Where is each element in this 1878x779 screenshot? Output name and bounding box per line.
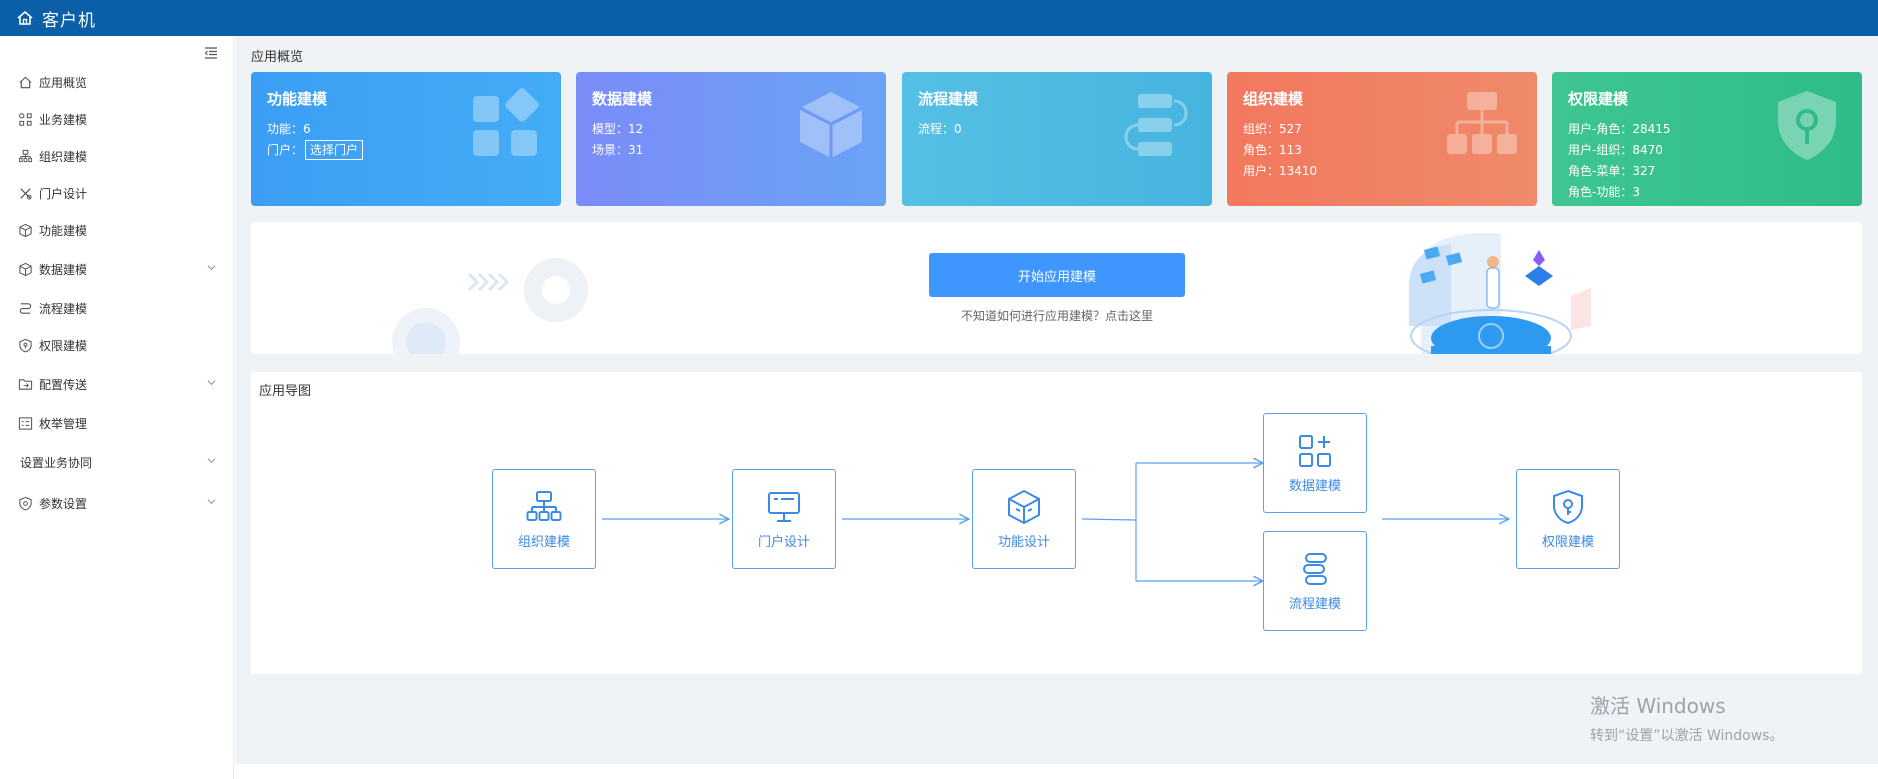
- chevron-down-icon: [207, 265, 216, 271]
- sidebar-nav: 应用概览 业务建模 组织建模 门户设计 功能建模 数据建模 流程建模 权限建模 …: [0, 64, 234, 524]
- tools-icon: [20, 188, 32, 200]
- sidebar-item-overview[interactable]: 应用概览: [0, 64, 234, 101]
- modeling-illustration: [1409, 232, 1591, 354]
- card-row: 用户：13410: [1243, 164, 1318, 178]
- app-header: 客户机: [0, 0, 1878, 36]
- start-modeling-button[interactable]: 开始应用建模: [929, 253, 1185, 297]
- folder-transfer-icon: [18, 379, 33, 390]
- flow-icon: [1303, 552, 1327, 585]
- main-content: 应用概览 功能建模 功能：6 门户：选择门户 数据建模 模型：12 场景：31: [235, 36, 1878, 764]
- map-node-flow[interactable]: 流程建模: [1263, 531, 1367, 631]
- portal-label: 门户：: [267, 143, 304, 157]
- map-node-permission[interactable]: 权限建模: [1516, 469, 1620, 569]
- org-chart-icon: [526, 490, 562, 521]
- card-flow-model[interactable]: 流程建模 流程：0: [902, 72, 1212, 206]
- data-cube-icon: [19, 262, 32, 277]
- app-map: 应用导图 组织建模 门户设计 功能设计 数据建模 流程建模 权限建模: [251, 372, 1862, 674]
- chevron-down-icon: [207, 499, 216, 505]
- sidebar-item-label: 枚举管理: [39, 417, 88, 431]
- chevron-down-icon: [207, 458, 216, 464]
- shield-key-icon: [1553, 489, 1583, 524]
- sidebar-item-label: 配置传送: [39, 378, 88, 392]
- map-node-data[interactable]: 数据建模: [1263, 413, 1367, 513]
- cube-icon: [799, 92, 863, 158]
- cube-icon: [1008, 489, 1040, 524]
- sidebar-item-portal[interactable]: 门户设计: [0, 175, 234, 212]
- gears-illustration: [392, 258, 588, 354]
- help-link[interactable]: 不知道如何进行应用建模？点击这里: [929, 307, 1185, 324]
- sidebar-item-enum[interactable]: 枚举管理: [0, 405, 234, 442]
- flow-icon: [19, 303, 32, 314]
- watermark-title: 激活 Windows: [1590, 694, 1726, 718]
- map-node-org[interactable]: 组织建模: [492, 469, 596, 569]
- shield-icon: [19, 338, 32, 353]
- start-banner: 开始应用建模 不知道如何进行应用建模？点击这里: [251, 222, 1862, 354]
- windows-activation-watermark: 激活 Windows 转到“设置”以激活 Windows。: [1590, 690, 1783, 745]
- watermark-subtitle: 转到“设置”以激活 Windows。: [1590, 728, 1784, 744]
- node-label: 权限建模: [1541, 534, 1594, 550]
- sidebar-item-business-collab[interactable]: 设置业务协同: [0, 442, 234, 483]
- sidebar-item-function[interactable]: 功能建模: [0, 212, 234, 249]
- monitor-icon: [768, 491, 800, 522]
- card-row: 角色-功能：3: [1568, 185, 1640, 199]
- sidebar-item-label: 应用概览: [39, 76, 88, 90]
- sidebar-item-label: 组织建模: [39, 150, 88, 164]
- select-portal-button[interactable]: 选择门户: [305, 140, 364, 160]
- card-function-model[interactable]: 功能建模 功能：6 门户： 选择门户: [251, 72, 561, 206]
- sidebar-item-org[interactable]: 组织建模: [0, 138, 234, 175]
- app-title: 客户机: [42, 10, 96, 31]
- sidebar-item-params[interactable]: 参数设置: [0, 483, 234, 524]
- home-icon: [19, 76, 32, 89]
- sidebar-item-label: 功能建模: [39, 224, 88, 238]
- flow-steps-icon: [1124, 94, 1188, 156]
- sidebar-item-label: 权限建模: [39, 339, 88, 353]
- sidebar-item-label: 流程建模: [39, 302, 88, 316]
- node-label: 流程建模: [1288, 596, 1341, 612]
- card-data-model[interactable]: 数据建模 模型：12 场景：31: [576, 72, 886, 206]
- card-org-model[interactable]: 组织建模 组织：527 角色：113 用户：13410: [1227, 72, 1537, 206]
- card-row: 角色-菜单：327: [1568, 164, 1656, 178]
- sidebar: 应用概览 业务建模 组织建模 门户设计 功能建模 数据建模 流程建模 权限建模 …: [0, 36, 234, 779]
- node-label: 功能设计: [997, 534, 1050, 550]
- sidebar-item-business[interactable]: 业务建模: [0, 101, 234, 138]
- overview-title: 应用概览: [251, 50, 304, 65]
- overview-cards: 功能建模 功能：6 门户： 选择门户 数据建模 模型：12 场景：31 流程建模…: [251, 72, 1862, 206]
- grid-apps-icon: [473, 88, 539, 156]
- sidebar-item-label: 设置业务协同: [20, 456, 93, 470]
- sidebar-item-permission[interactable]: 权限建模: [0, 327, 234, 364]
- collapse-menu-icon[interactable]: [204, 46, 218, 60]
- map-node-portal[interactable]: 门户设计: [732, 469, 836, 569]
- node-label: 门户设计: [757, 534, 810, 550]
- sidebar-item-label: 业务建模: [39, 113, 88, 127]
- sidebar-item-flow[interactable]: 流程建模: [0, 290, 234, 327]
- node-label: 组织建模: [517, 534, 570, 550]
- enum-icon: [18, 417, 33, 430]
- home-icon[interactable]: [16, 9, 34, 27]
- grid-add-icon: [1299, 434, 1331, 467]
- org-icon: [18, 149, 33, 163]
- sidebar-item-label: 门户设计: [39, 187, 88, 201]
- business-model-icon: [19, 113, 32, 126]
- cube-icon: [19, 223, 32, 238]
- sidebar-item-data[interactable]: 数据建模: [0, 249, 234, 290]
- sidebar-item-label: 参数设置: [39, 497, 88, 511]
- sidebar-item-label: 数据建模: [39, 263, 88, 277]
- card-permission-model[interactable]: 权限建模 用户-角色：28415 用户-组织：8470 角色-菜单：327 角色…: [1552, 72, 1862, 206]
- map-node-function[interactable]: 功能设计: [972, 469, 1076, 569]
- sidebar-item-config-transfer[interactable]: 配置传送: [0, 364, 234, 405]
- org-chart-icon: [1447, 92, 1517, 154]
- shield-key-icon: [1778, 91, 1836, 160]
- settings-shield-icon: [19, 496, 32, 511]
- node-label: 数据建模: [1288, 478, 1341, 494]
- chevron-down-icon: [207, 380, 216, 386]
